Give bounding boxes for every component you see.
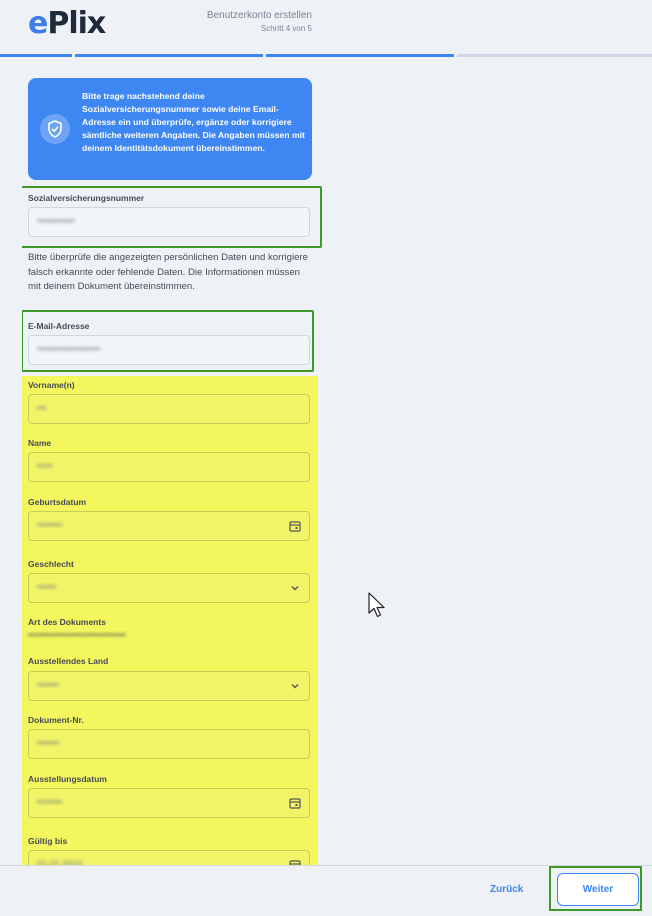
next-button[interactable]: Weiter [557, 873, 639, 906]
email-input[interactable]: •••••••••••••••••••• [28, 335, 310, 365]
geschlecht-select[interactable]: •••••• [28, 573, 310, 603]
art-dokument-value: ••••••••••••••••••••••••••••••• [28, 630, 126, 640]
land-select[interactable]: ••••••• [28, 671, 310, 701]
svn-label: Sozialversicherungsnummer [28, 193, 145, 203]
shield-check-icon [40, 114, 70, 144]
calendar-icon[interactable] [289, 520, 301, 535]
ausstellungsdatum-input[interactable]: •••••••• [28, 788, 310, 818]
progress-segment-4 [457, 54, 652, 57]
progress-bar [0, 54, 652, 58]
mouse-cursor-icon [368, 592, 386, 623]
progress-segment-3 [266, 54, 454, 57]
art-dokument-label: Art des Dokuments [28, 617, 106, 627]
ausstellungsdatum-label: Ausstellungsdatum [28, 774, 107, 784]
form-area: Bitte trage nachstehend deine Sozialvers… [22, 70, 322, 870]
chevron-down-icon [289, 680, 301, 695]
progress-segment-2 [75, 54, 263, 57]
land-label: Ausstellendes Land [28, 656, 109, 666]
vorname-input[interactable]: ••• [28, 394, 310, 424]
svn-input[interactable]: •••••••••••• [28, 207, 310, 237]
info-text: Bitte überprüfe die angezeigten persönli… [28, 252, 308, 292]
name-input[interactable]: ••••• [28, 452, 310, 482]
email-label: E-Mail-Adresse [28, 321, 90, 331]
back-button[interactable]: Zurück [490, 884, 523, 895]
dokument-nr-label: Dokument-Nr. [28, 715, 84, 725]
calendar-icon[interactable] [289, 797, 301, 812]
progress-segment-1 [0, 54, 72, 57]
highlight-area-personal-data: Vorname(n) ••• Name ••••• Geburtsdatum •… [22, 376, 318, 870]
dokument-nr-input[interactable]: ••••••• [28, 729, 310, 759]
info-banner: Bitte trage nachstehend deine Sozialvers… [28, 78, 312, 180]
vorname-label: Vorname(n) [28, 380, 75, 390]
step-indicator: Schritt 4 von 5 [260, 24, 312, 33]
logo: ePlix [28, 6, 106, 41]
chevron-down-icon [289, 582, 301, 597]
geschlecht-label: Geschlecht [28, 559, 74, 569]
geburtsdatum-input[interactable]: •••••••• [28, 511, 310, 541]
gueltig-bis-label: Gültig bis [28, 836, 68, 846]
page-title: Benutzerkonto erstellen [206, 10, 312, 21]
header: ePlix Benutzerkonto erstellen Schritt 4 … [0, 0, 652, 58]
geburtsdatum-label: Geburtsdatum [28, 497, 87, 507]
name-label: Name [28, 438, 52, 448]
banner-text: Bitte trage nachstehend deine Sozialvers… [82, 91, 305, 153]
